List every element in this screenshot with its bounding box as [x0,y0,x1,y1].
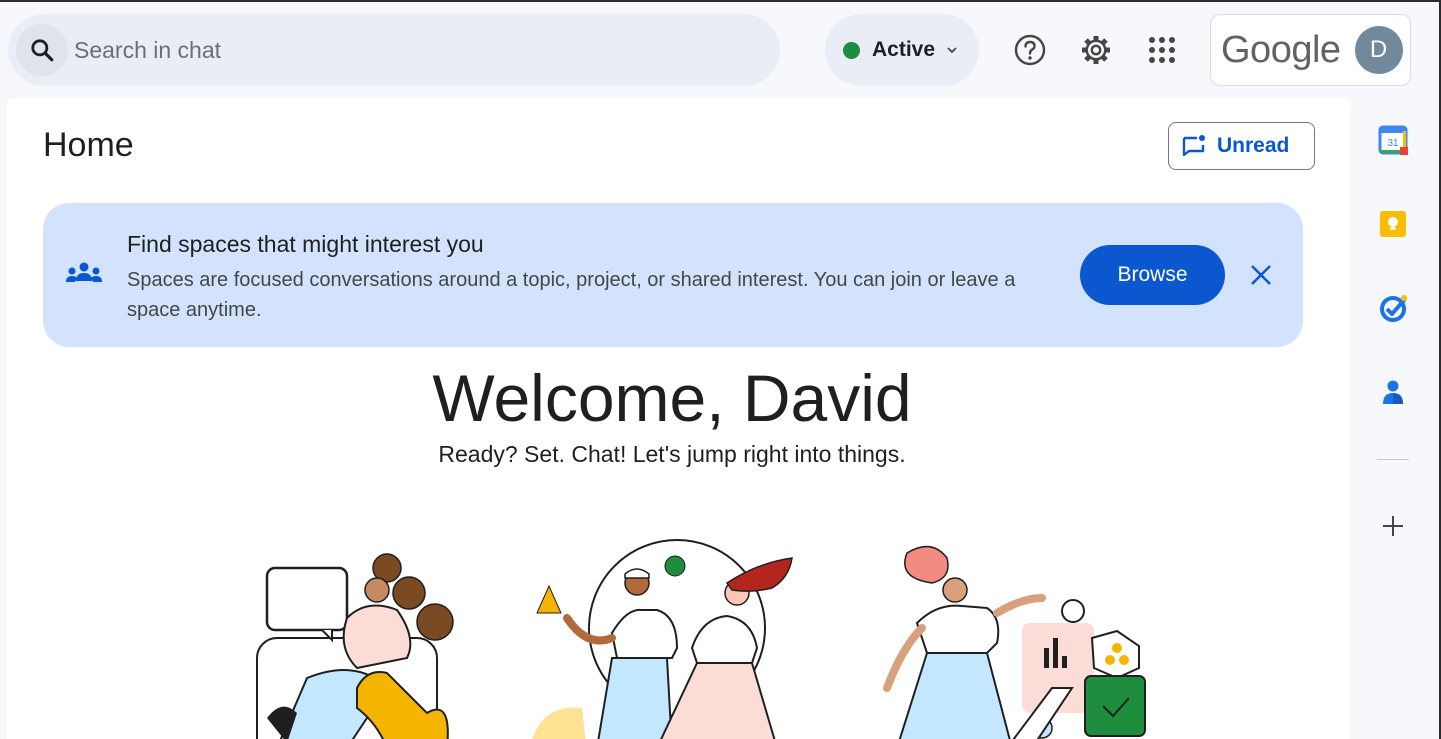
help-button[interactable] [1008,28,1052,72]
google-logo: Google [1221,28,1341,71]
unread-label: Unread [1217,134,1290,157]
keep-icon [1380,211,1406,237]
keep-app-button[interactable] [1376,207,1410,241]
apps-icon [1149,37,1175,63]
tasks-icon [1380,295,1407,322]
apps-button[interactable] [1140,28,1184,72]
window-frame-top [0,0,1441,2]
close-icon [1251,265,1271,285]
contacts-icon [1383,380,1403,404]
main-panel: Home Unread Find spaces that might inter… [7,98,1350,739]
settings-button[interactable] [1074,28,1118,72]
banner-title: Find spaces that might interest you [127,231,484,257]
page-title: Home [43,126,134,164]
spaces-banner: Find spaces that might interest you Spac… [43,203,1303,347]
add-icon [1383,516,1403,536]
contacts-app-button[interactable] [1376,375,1410,409]
people-group-icon [66,262,102,282]
calendar-icon: 31 [1378,125,1408,155]
calendar-day: 31 [1387,138,1399,149]
unread-chat-icon [1182,135,1205,157]
productivity-illustration [883,545,1146,739]
avatar[interactable]: D [1354,26,1403,74]
search-bar[interactable] [8,14,780,86]
search-input[interactable] [74,36,674,64]
unread-filter-button[interactable]: Unread [1168,122,1315,170]
rail-divider [1377,459,1409,460]
status-label: Active [872,38,936,61]
status-dot [843,41,860,59]
banner-description: Spaces are focused conversations around … [127,269,1016,321]
close-banner-button[interactable] [1243,257,1279,293]
search-icon [31,39,54,62]
account-switcher[interactable]: Google D [1210,14,1411,86]
welcome-tagline: Ready? Set. Chat! Let's jump right into … [438,441,906,467]
chevron-down-icon [947,47,957,54]
spaces-people-illustration [532,539,793,739]
welcome-heading: Welcome, David [432,361,912,435]
status-selector[interactable]: Active [825,14,979,86]
add-app-button[interactable] [1376,509,1410,543]
help-icon [1014,34,1046,66]
settings-icon [1082,36,1110,64]
tasks-app-button[interactable] [1376,291,1410,325]
browse-button[interactable]: Browse [1080,245,1225,305]
search-button[interactable] [16,24,68,76]
calendar-app-button[interactable]: 31 [1376,123,1410,157]
chat-person-illustration [256,553,454,739]
